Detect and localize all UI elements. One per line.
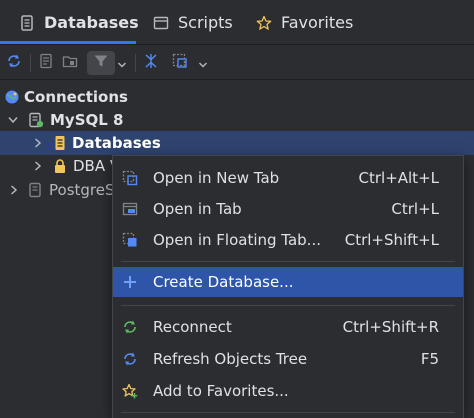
collapse-all-button[interactable] — [139, 51, 163, 75]
filter-icon — [93, 53, 109, 73]
chevron-right-icon[interactable] — [31, 136, 45, 150]
menu-item-shortcut: Ctrl+L — [391, 200, 439, 218]
tree-row-connections[interactable]: Connections — [0, 85, 474, 109]
menu-separator — [121, 412, 455, 413]
database-icon — [18, 14, 36, 32]
properties-icon — [38, 53, 54, 73]
lock-icon — [52, 158, 68, 174]
tab-favorites-label: Favorites — [281, 13, 354, 32]
menu-item-reconnect[interactable]: Reconnect Ctrl+Shift+R — [113, 312, 463, 342]
toolbar — [0, 46, 474, 80]
menu-item-label: Open in New Tab — [153, 169, 280, 187]
menu-separator — [121, 261, 455, 262]
connections-icon — [4, 89, 20, 105]
toolbar-separator — [135, 54, 136, 72]
open-tab-icon — [122, 201, 138, 217]
filter-dropdown-button[interactable] — [113, 51, 131, 75]
add-favorite-icon — [122, 383, 138, 399]
postgres-label: PostgreS — [49, 181, 115, 199]
active-tab-indicator — [0, 41, 136, 44]
context-menu: Open in New Tab Ctrl+Alt+L Open in Tab C… — [112, 155, 464, 418]
menu-item-label: Add to Favorites... — [153, 382, 289, 400]
tree-row-databases[interactable]: Databases — [0, 131, 474, 155]
tab-scripts[interactable]: Scripts — [152, 0, 233, 45]
properties-button[interactable] — [34, 51, 58, 75]
refresh-icon — [6, 53, 22, 73]
chevron-right-icon[interactable] — [7, 183, 21, 197]
menu-item-create-database[interactable]: Create Database... — [113, 267, 463, 297]
filter-button[interactable] — [87, 51, 115, 75]
menu-separator — [121, 305, 455, 306]
tab-favorites[interactable]: Favorites — [255, 0, 353, 45]
menu-item-label: Open in Tab — [153, 200, 242, 218]
menu-item-add-to-favorites[interactable]: Add to Favorites... — [113, 376, 463, 406]
refresh-button[interactable] — [2, 51, 26, 75]
reconnect-icon — [122, 319, 138, 335]
menu-item-label: Open in Floating Tab... — [153, 231, 321, 249]
collapse-icon — [143, 53, 159, 73]
databases-folder-icon — [52, 135, 68, 151]
menu-item-label: Refresh Objects Tree — [153, 350, 308, 368]
mysql-connection-icon — [28, 112, 44, 128]
menu-item-label: Create Database... — [153, 273, 294, 291]
connections-label: Connections — [24, 88, 128, 106]
open-floating-tab-icon — [122, 232, 138, 248]
chevron-right-icon[interactable] — [31, 159, 45, 173]
menu-item-open-in-new-tab[interactable]: Open in New Tab Ctrl+Alt+L — [113, 163, 463, 193]
menu-item-refresh-objects-tree[interactable]: Refresh Objects Tree F5 — [113, 344, 463, 374]
plus-icon — [122, 274, 138, 290]
chevron-down-icon[interactable] — [6, 113, 20, 127]
open-new-tab-icon — [122, 170, 138, 186]
mysql-label: MySQL 8 — [50, 111, 124, 129]
tab-scripts-label: Scripts — [178, 13, 233, 32]
menu-item-shortcut: F5 — [420, 350, 439, 368]
new-object-button[interactable] — [58, 51, 82, 75]
menu-item-shortcut: Ctrl+Alt+L — [358, 169, 440, 187]
new-query-icon — [172, 53, 188, 73]
toolbar-separator — [30, 54, 31, 72]
new-query-dropdown-button[interactable] — [194, 51, 212, 75]
tab-databases-label: Databases — [44, 13, 139, 32]
menu-item-label: Reconnect — [153, 318, 232, 336]
menu-item-shortcut: Ctrl+Shift+L — [344, 231, 439, 249]
refresh-icon — [122, 351, 138, 367]
tab-databases[interactable]: Databases — [18, 0, 139, 45]
new-object-icon — [62, 53, 78, 73]
menu-item-open-in-floating-tab[interactable]: Open in Floating Tab... Ctrl+Shift+L — [113, 225, 463, 255]
menu-item-open-in-tab[interactable]: Open in Tab Ctrl+L — [113, 194, 463, 224]
menu-item-shortcut: Ctrl+Shift+R — [342, 318, 439, 336]
star-icon — [255, 14, 273, 32]
tree-row-mysql[interactable]: MySQL 8 — [0, 108, 474, 132]
postgres-connection-icon — [28, 182, 44, 198]
databases-label: Databases — [72, 134, 161, 152]
chevron-down-icon — [117, 54, 127, 73]
new-query-button[interactable] — [168, 51, 192, 75]
tab-bar: Databases Scripts Favorites — [0, 0, 474, 45]
chevron-down-icon — [198, 54, 208, 73]
scripts-icon — [152, 14, 170, 32]
